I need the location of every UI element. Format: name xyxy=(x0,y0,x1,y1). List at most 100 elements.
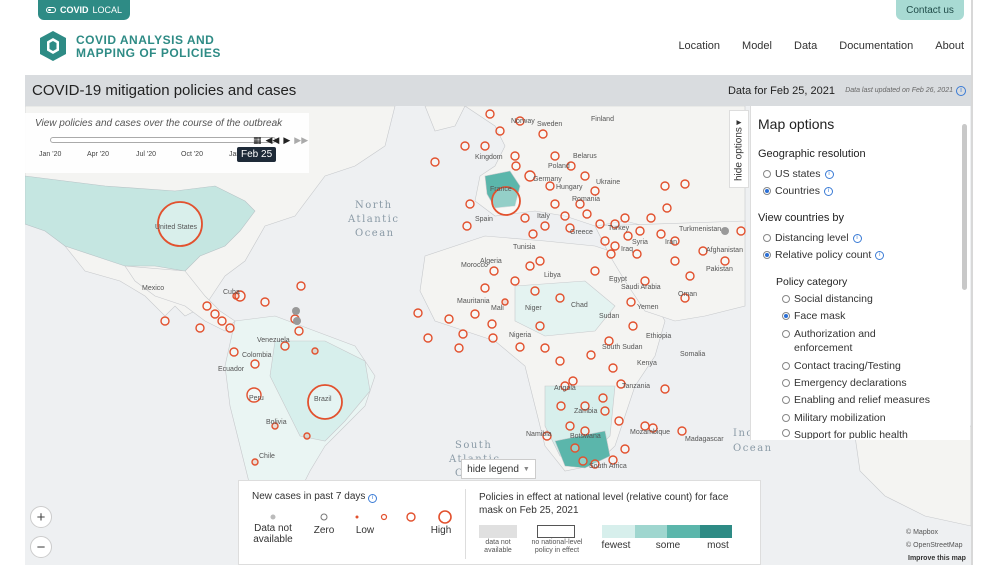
case-circle[interactable] xyxy=(454,343,464,353)
case-circle[interactable] xyxy=(210,309,220,319)
improve-map-link[interactable]: Improve this map xyxy=(908,555,966,562)
case-circle[interactable] xyxy=(260,297,270,307)
case-circle[interactable] xyxy=(685,271,695,281)
case-circle[interactable] xyxy=(623,231,633,241)
case-circle[interactable] xyxy=(606,249,616,259)
case-circle[interactable] xyxy=(530,286,540,296)
case-circle[interactable] xyxy=(555,293,565,303)
step-back-icon[interactable]: ◀◀ xyxy=(266,135,280,146)
info-icon[interactable]: i xyxy=(875,250,885,260)
timeline-slider[interactable] xyxy=(50,137,276,143)
case-circle[interactable] xyxy=(608,455,618,465)
case-circle[interactable] xyxy=(620,444,630,454)
case-circle[interactable] xyxy=(720,256,730,266)
attribution-mapbox[interactable]: © Mapbox xyxy=(906,529,938,536)
cat-contact-tracing[interactable]: Contact tracing/Testing xyxy=(782,360,901,372)
geo-us-states[interactable]: US states i xyxy=(763,168,834,180)
case-circle[interactable] xyxy=(542,431,552,441)
case-circle[interactable] xyxy=(570,443,580,453)
case-circle[interactable] xyxy=(488,333,498,343)
case-circle[interactable] xyxy=(565,223,575,233)
case-circle[interactable] xyxy=(525,261,535,271)
case-circle[interactable] xyxy=(670,256,680,266)
attribution-osm[interactable]: © OpenStreetMap xyxy=(906,542,963,549)
case-circle[interactable] xyxy=(656,229,666,239)
case-circle[interactable] xyxy=(555,356,565,366)
case-circle[interactable] xyxy=(423,333,433,343)
info-icon[interactable]: i xyxy=(823,186,833,196)
case-circle[interactable] xyxy=(578,456,588,466)
case-circle[interactable] xyxy=(556,401,566,411)
case-circle[interactable] xyxy=(515,116,525,126)
case-circle[interactable] xyxy=(246,387,262,403)
case-circle[interactable] xyxy=(566,161,576,171)
case-circle[interactable] xyxy=(280,341,290,351)
zoom-in-button[interactable]: + xyxy=(30,506,52,528)
case-circle[interactable] xyxy=(628,321,638,331)
case-circle[interactable] xyxy=(580,401,590,411)
case-circle[interactable] xyxy=(600,406,610,416)
case-circle[interactable] xyxy=(660,181,670,191)
case-circle[interactable] xyxy=(480,141,490,151)
cat-military[interactable]: Military mobilization xyxy=(782,412,886,424)
case-circle[interactable] xyxy=(480,283,490,293)
case-circle[interactable] xyxy=(680,293,690,303)
case-circle[interactable] xyxy=(251,458,259,466)
case-circle[interactable] xyxy=(580,171,590,181)
nav-documentation[interactable]: Documentation xyxy=(839,40,913,52)
case-circle[interactable] xyxy=(660,384,670,394)
case-circle[interactable] xyxy=(670,236,680,246)
case-circle[interactable] xyxy=(600,236,610,246)
case-circle[interactable] xyxy=(485,109,495,119)
case-circle[interactable] xyxy=(232,292,240,300)
case-circle[interactable] xyxy=(535,256,545,266)
case-circle[interactable] xyxy=(610,241,620,251)
nav-model[interactable]: Model xyxy=(742,40,772,52)
case-circle[interactable] xyxy=(217,316,227,326)
case-circle[interactable] xyxy=(462,221,472,231)
case-circle[interactable] xyxy=(470,309,480,319)
nav-data[interactable]: Data xyxy=(794,40,817,52)
case-circle[interactable] xyxy=(510,276,520,286)
case-circle[interactable] xyxy=(303,432,311,440)
case-circle[interactable] xyxy=(616,379,626,389)
info-icon[interactable]: i xyxy=(368,493,378,503)
case-circle[interactable] xyxy=(311,347,319,355)
case-circle[interactable] xyxy=(595,219,605,229)
case-circle[interactable] xyxy=(590,459,600,469)
case-circle[interactable] xyxy=(565,421,575,431)
case-circle[interactable] xyxy=(648,423,658,433)
geo-countries[interactable]: Countries i xyxy=(763,185,833,197)
cat-emergency[interactable]: Emergency declarations xyxy=(782,377,907,389)
no-data-dot[interactable] xyxy=(721,227,729,235)
case-circle[interactable] xyxy=(538,129,548,139)
covid-local-tab[interactable]: COVID LOCAL xyxy=(38,0,130,20)
hide-options-button[interactable]: hide options ◂ xyxy=(729,110,749,188)
step-forward-icon[interactable]: ▶▶ xyxy=(294,135,308,146)
case-circle[interactable] xyxy=(495,126,505,136)
case-circle[interactable] xyxy=(487,319,497,329)
info-icon[interactable]: i xyxy=(824,169,834,179)
case-circle[interactable] xyxy=(520,213,530,223)
case-circle[interactable] xyxy=(430,157,440,167)
case-circle[interactable] xyxy=(458,329,468,339)
case-circle[interactable] xyxy=(515,342,525,352)
case-circle[interactable] xyxy=(550,199,560,209)
contact-us-button[interactable]: Contact us xyxy=(896,0,964,20)
case-circle[interactable] xyxy=(413,308,423,318)
case-circle[interactable] xyxy=(157,201,203,247)
case-circle[interactable] xyxy=(489,266,499,276)
case-circle[interactable] xyxy=(465,199,475,209)
case-circle[interactable] xyxy=(586,350,596,360)
cat-authorization[interactable]: Authorization and xyxy=(782,328,876,340)
case-circle[interactable] xyxy=(698,246,708,256)
case-circle[interactable] xyxy=(582,209,592,219)
calendar-icon[interactable]: ▦ xyxy=(253,135,262,146)
case-circle[interactable] xyxy=(610,219,620,229)
case-circle[interactable] xyxy=(528,229,538,239)
case-circle[interactable] xyxy=(250,359,260,369)
no-data-dot[interactable] xyxy=(293,317,301,325)
case-circle[interactable] xyxy=(620,213,630,223)
case-circle[interactable] xyxy=(271,422,279,430)
cat-enabling-relief[interactable]: Enabling and relief measures xyxy=(782,394,930,406)
